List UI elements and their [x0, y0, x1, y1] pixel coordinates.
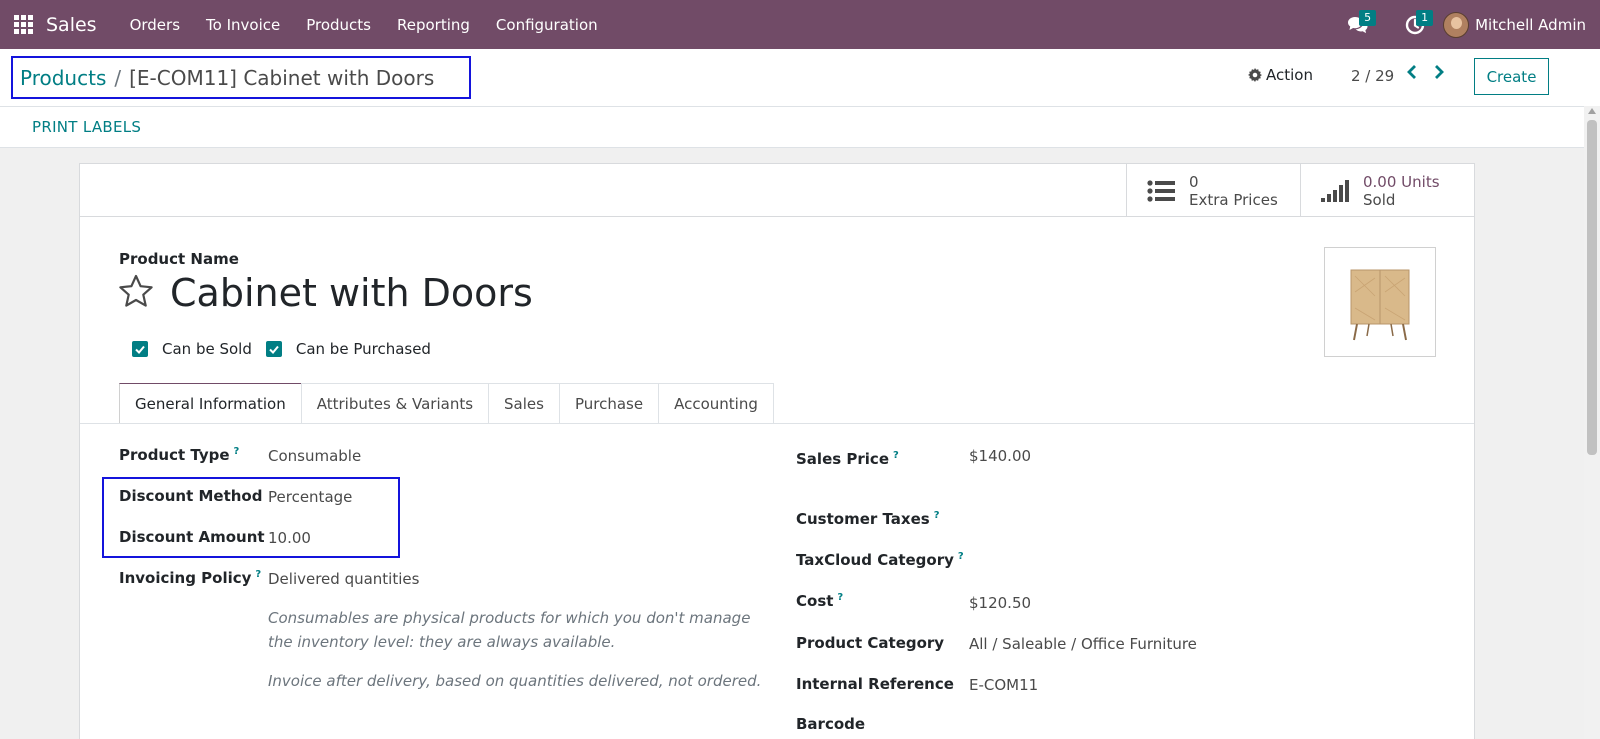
tab-attributes-variants[interactable]: Attributes & Variants — [300, 383, 490, 424]
tabs-divider — [80, 423, 1474, 424]
action-button[interactable]: Action — [1248, 66, 1313, 84]
breadcrumb-products-link[interactable]: Products — [20, 66, 106, 90]
discount-amount-value[interactable]: 10.00 — [268, 529, 311, 547]
can-be-sold-label: Can be Sold — [162, 340, 252, 358]
print-labels-button[interactable]: PRINT LABELS — [32, 118, 141, 136]
messages-badge: 5 — [1359, 10, 1377, 26]
extra-prices-button[interactable]: 0 Extra Prices — [1126, 164, 1301, 217]
top-navbar: Sales Orders To Invoice Products Reporti… — [0, 0, 1600, 49]
pager-previous-button[interactable] — [1406, 64, 1418, 85]
internal-reference-value[interactable]: E-COM11 — [969, 676, 1038, 694]
units-sold-button[interactable]: 0.00 Units Sold — [1300, 164, 1475, 217]
gear-icon — [1248, 68, 1262, 82]
customer-taxes-label: Customer Taxes? — [796, 510, 940, 528]
pager-next-button[interactable] — [1433, 64, 1445, 85]
help-icon[interactable]: ? — [893, 450, 899, 461]
form-statusbar: PRINT LABELS — [0, 106, 1600, 148]
avatar — [1443, 11, 1470, 38]
help-icon[interactable]: ? — [255, 569, 261, 580]
chevron-right-icon — [1435, 65, 1444, 79]
help-icon[interactable]: ? — [837, 592, 843, 603]
breadcrumb: Products / [E-COM11] Cabinet with Doors — [11, 56, 471, 99]
tab-general-information[interactable]: General Information — [119, 383, 302, 424]
discount-amount-label: Discount Amount — [119, 528, 265, 546]
systray: 5 1 Mitchell Admin — [1329, 0, 1600, 49]
form-sheet: 0 Extra Prices 0.00 Units Sold Product N… — [79, 163, 1475, 739]
tab-purchase[interactable]: Purchase — [558, 383, 660, 424]
can-be-purchased-checkbox[interactable] — [265, 341, 282, 357]
help-icon[interactable]: ? — [234, 446, 240, 457]
menu-configuration[interactable]: Configuration — [483, 0, 611, 49]
cost-label: Cost? — [796, 592, 844, 610]
apps-menu-icon[interactable] — [0, 0, 46, 49]
product-category-label: Product Category — [796, 634, 945, 652]
sales-price-value[interactable]: $140.00 — [969, 447, 1031, 465]
invoice-note: Invoice after delivery, based on quantit… — [268, 672, 762, 690]
sales-price-label: Sales Price? — [796, 450, 899, 468]
check-icon — [269, 345, 279, 354]
cost-value[interactable]: $120.50 — [969, 594, 1031, 612]
scroll-up-arrow[interactable] — [1588, 108, 1596, 114]
menu-reporting[interactable]: Reporting — [384, 0, 483, 49]
product-name-label: Product Name — [119, 250, 239, 268]
discount-method-value[interactable]: Percentage — [268, 488, 352, 506]
internal-reference-label: Internal Reference — [796, 675, 954, 693]
product-category-value[interactable]: All / Saleable / Office Furniture — [969, 635, 1197, 653]
scrollbar[interactable] — [1584, 106, 1600, 739]
control-panel: Products / [E-COM11] Cabinet with Doors … — [0, 49, 1600, 148]
product-type-label: Product Type? — [119, 446, 240, 464]
action-label: Action — [1266, 66, 1313, 84]
breadcrumb-separator: / — [114, 65, 122, 90]
scroll-thumb[interactable] — [1587, 120, 1597, 455]
notebook-tabs: General Information Attributes & Variant… — [119, 383, 774, 424]
create-button[interactable]: Create — [1474, 58, 1549, 95]
favorite-star-icon[interactable] — [118, 274, 154, 312]
help-icon[interactable]: ? — [958, 551, 964, 562]
tab-sales[interactable]: Sales — [488, 383, 560, 424]
list-icon — [1147, 179, 1175, 202]
activities-button[interactable]: 1 — [1386, 0, 1443, 49]
smart-button-box: 0 Extra Prices 0.00 Units Sold — [80, 164, 1474, 217]
messages-button[interactable]: 5 — [1329, 0, 1386, 49]
product-name-field[interactable]: Cabinet with Doors — [170, 271, 533, 315]
activities-badge: 1 — [1416, 10, 1434, 26]
taxcloud-category-label: TaxCloud Category? — [796, 551, 964, 569]
can-be-purchased-label: Can be Purchased — [295, 340, 431, 358]
breadcrumb-current: [E-COM11] Cabinet with Doors — [129, 65, 435, 90]
menu-to-invoice[interactable]: To Invoice — [193, 0, 293, 49]
extra-prices-value: 0 — [1189, 172, 1199, 191]
signal-bars-icon — [1321, 179, 1349, 202]
user-name: Mitchell Admin — [1475, 15, 1586, 34]
chevron-left-icon — [1407, 65, 1416, 79]
check-icon — [135, 345, 145, 354]
app-name[interactable]: Sales — [46, 14, 97, 36]
discount-method-label: Discount Method — [119, 487, 263, 505]
extra-prices-label: Extra Prices — [1189, 190, 1278, 209]
menu-products[interactable]: Products — [293, 0, 384, 49]
cabinet-image — [1350, 269, 1410, 341]
user-menu[interactable]: Mitchell Admin — [1443, 0, 1600, 49]
product-image[interactable] — [1324, 247, 1436, 357]
invoicing-policy-label: Invoicing Policy? — [119, 569, 262, 587]
product-type-value[interactable]: Consumable — [268, 447, 361, 465]
units-sold-label: Sold — [1363, 190, 1396, 209]
product-options: Can be Sold Can be Purchased — [132, 340, 445, 358]
can-be-sold-checkbox[interactable] — [132, 341, 148, 357]
tab-accounting[interactable]: Accounting — [658, 383, 774, 424]
invoicing-policy-value[interactable]: Delivered quantities — [268, 570, 419, 588]
help-icon[interactable]: ? — [934, 510, 940, 521]
barcode-label: Barcode — [796, 715, 866, 733]
pager-value[interactable]: 2 / 29 — [1351, 67, 1394, 85]
units-sold-value: 0.00 Units — [1363, 172, 1440, 191]
menu-orders[interactable]: Orders — [117, 0, 193, 49]
consumable-note: Consumables are physical products for wh… — [268, 609, 751, 651]
